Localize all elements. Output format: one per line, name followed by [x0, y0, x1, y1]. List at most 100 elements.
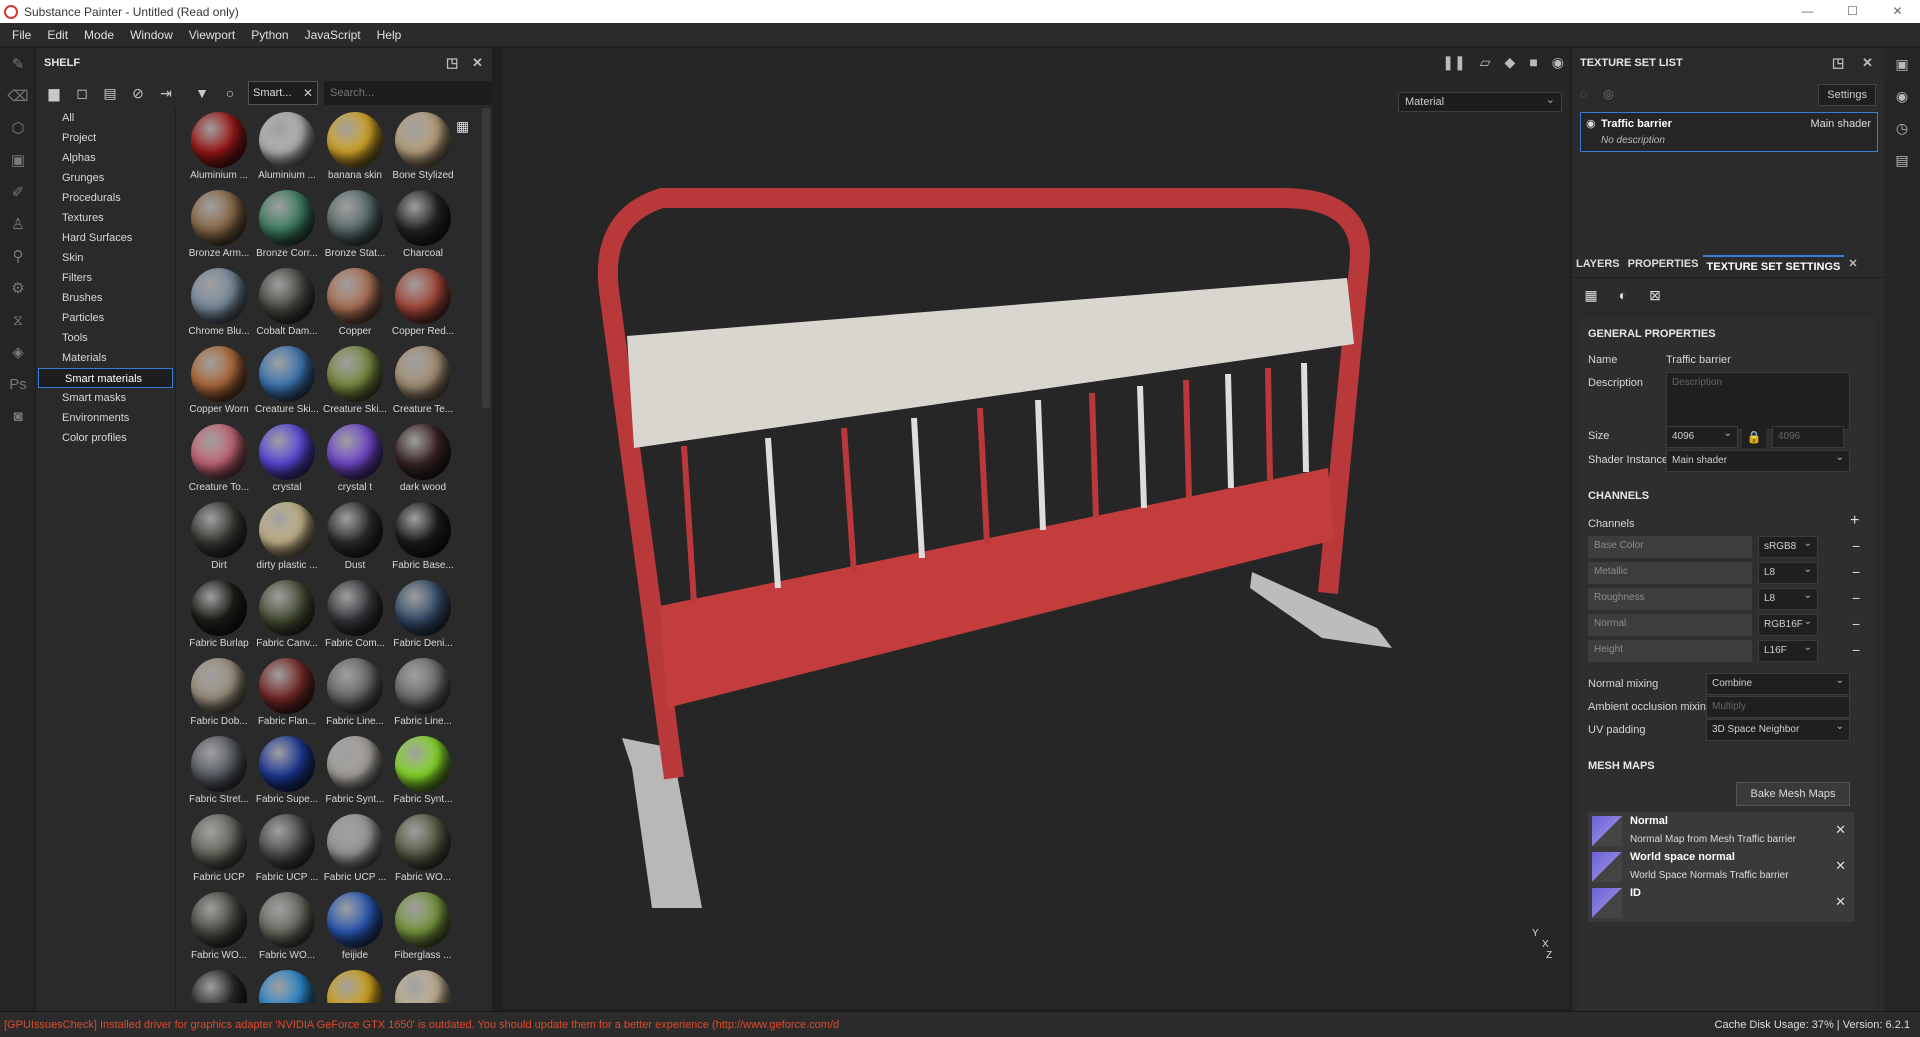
smart-material-item[interactable]: Fabric Synt...: [320, 732, 390, 810]
smart-material-item[interactable]: Fabric UCP ...: [252, 810, 322, 888]
shelf-scrollbar[interactable]: [482, 108, 490, 408]
smart-material-item[interactable]: Copper Worn: [184, 342, 254, 420]
smart-material-item[interactable]: Fabric Burlap: [184, 576, 254, 654]
close-tab-icon[interactable]: ✕: [1844, 257, 1861, 270]
add-channel-icon[interactable]: +: [1850, 512, 1859, 530]
folder-icon[interactable]: ▆: [40, 81, 68, 105]
smart-material-item[interactable]: Creature Ski...: [252, 342, 322, 420]
bake-icon[interactable]: ⚙: [0, 272, 36, 304]
close-window-button[interactable]: ✕: [1875, 0, 1920, 23]
shader-instance-select[interactable]: Main shader: [1666, 450, 1850, 472]
export-icon[interactable]: ◙: [0, 400, 36, 432]
remove-channel-icon[interactable]: −: [1852, 590, 1860, 606]
close-tsl-icon[interactable]: ✕: [1862, 48, 1873, 78]
lock-icon[interactable]: 🔒: [1742, 426, 1766, 448]
remove-channel-icon[interactable]: −: [1852, 616, 1860, 632]
smart-material-item[interactable]: Fabric UCP: [184, 810, 254, 888]
display-settings-icon[interactable]: ◉: [1884, 80, 1920, 112]
mesh-map-item[interactable]: World space normal World Space Normals Tr…: [1588, 848, 1854, 886]
log-icon[interactable]: ▤: [1884, 144, 1920, 176]
uv-icon[interactable]: ⊠: [1642, 283, 1668, 307]
library-icon[interactable]: ▤: [96, 81, 124, 105]
filter-chip[interactable]: Smart... ✕: [248, 81, 318, 105]
remove-mesh-map-icon[interactable]: ✕: [1835, 858, 1846, 874]
clear-filter-icon[interactable]: ✕: [303, 86, 313, 100]
measure-icon[interactable]: ⧖: [0, 304, 36, 336]
shelf-category-item[interactable]: All: [36, 108, 175, 128]
projection-icon[interactable]: ⬡: [0, 112, 36, 144]
smart-material-item[interactable]: Dust: [320, 498, 390, 576]
menu-window[interactable]: Window: [122, 28, 181, 42]
channel-name[interactable]: Metallic: [1588, 562, 1752, 584]
float-panel-icon[interactable]: ◳: [446, 48, 458, 78]
channel-name[interactable]: Normal: [1588, 614, 1752, 636]
eraser-icon[interactable]: ⌫: [0, 80, 36, 112]
tsl-settings-button[interactable]: Settings: [1818, 84, 1876, 106]
texture-set-icon[interactable]: ▦: [1578, 283, 1604, 307]
mesh-map-item[interactable]: Normal Normal Map from Mesh Traffic barri…: [1588, 812, 1854, 850]
maximize-button[interactable]: ☐: [1830, 0, 1875, 23]
shelf-category-item[interactable]: Smart masks: [36, 388, 175, 408]
smart-material-item[interactable]: Copper: [320, 264, 390, 342]
smart-material-item[interactable]: [252, 966, 322, 1003]
channel-format-select[interactable]: RGB16F: [1758, 614, 1818, 636]
shelf-category-item[interactable]: Brushes: [36, 288, 175, 308]
ao-mixing-field[interactable]: Multiply: [1706, 696, 1850, 718]
shelf-category-item[interactable]: Color profiles: [36, 428, 175, 448]
shelf-category-item[interactable]: Skin: [36, 248, 175, 268]
menu-javascript[interactable]: JavaScript: [297, 28, 369, 42]
normal-mixing-select[interactable]: Combine: [1706, 673, 1850, 695]
description-field[interactable]: Description: [1666, 372, 1850, 430]
shelf-category-item[interactable]: Materials: [36, 348, 175, 368]
channel-format-select[interactable]: L16F: [1758, 640, 1818, 662]
smart-material-item[interactable]: Fabric Supe...: [252, 732, 322, 810]
channel-name[interactable]: Base Color: [1588, 536, 1752, 558]
smart-material-item[interactable]: Fabric Synt...: [388, 732, 458, 810]
hide-icon[interactable]: ⊘: [124, 81, 152, 105]
shelf-category-item[interactable]: Environments: [36, 408, 175, 428]
bake-mesh-maps-button[interactable]: Bake Mesh Maps: [1736, 782, 1850, 806]
visibility-icon[interactable]: ◎: [1603, 87, 1613, 101]
layer-mask-icon[interactable]: ◈: [0, 336, 36, 368]
smart-material-item[interactable]: Copper Red...: [388, 264, 458, 342]
remove-channel-icon[interactable]: −: [1852, 538, 1860, 554]
material-icon[interactable]: ◐: [1610, 283, 1636, 307]
uv-padding-select[interactable]: 3D Space Neighbor: [1706, 719, 1850, 741]
remove-channel-icon[interactable]: −: [1852, 564, 1860, 580]
remove-channel-icon[interactable]: −: [1852, 642, 1860, 658]
smart-material-item[interactable]: Bronze Corr...: [252, 186, 322, 264]
smart-material-item[interactable]: Fabric Flan...: [252, 654, 322, 732]
smart-material-item[interactable]: Cobalt Dam...: [252, 264, 322, 342]
smart-material-item[interactable]: Aluminium ...: [252, 108, 322, 186]
import-icon[interactable]: ⇥: [152, 81, 180, 105]
smart-material-item[interactable]: [320, 966, 390, 1003]
smart-material-item[interactable]: Fabric Stret...: [184, 732, 254, 810]
close-shelf-icon[interactable]: ✕: [472, 48, 483, 78]
smudge-icon[interactable]: ✐: [0, 176, 36, 208]
tab-texture-set-settings[interactable]: TEXTURE SET SETTINGS: [1702, 254, 1845, 273]
channel-format-select[interactable]: L8: [1758, 562, 1818, 584]
menu-file[interactable]: File: [4, 28, 39, 42]
new-resource-icon[interactable]: ◻: [68, 81, 96, 105]
shelf-category-item[interactable]: Filters: [36, 268, 175, 288]
color-picker-icon[interactable]: ⚲: [0, 240, 36, 272]
smart-material-item[interactable]: dirty plastic ...: [252, 498, 322, 576]
smart-material-item[interactable]: Dirt: [184, 498, 254, 576]
smart-material-item[interactable]: Fabric Dob...: [184, 654, 254, 732]
photoshop-icon[interactable]: Ps: [0, 368, 36, 400]
remove-mesh-map-icon[interactable]: ✕: [1835, 822, 1846, 838]
remove-mesh-map-icon[interactable]: ✕: [1835, 894, 1846, 910]
smart-material-item[interactable]: Fabric Line...: [320, 654, 390, 732]
menu-viewport[interactable]: Viewport: [181, 28, 243, 42]
float-tsl-icon[interactable]: ◳: [1832, 48, 1844, 78]
minimize-button[interactable]: —: [1785, 0, 1830, 23]
smart-material-item[interactable]: Fabric WO...: [388, 810, 458, 888]
smart-material-item[interactable]: Fabric WO...: [252, 888, 322, 966]
channel-name[interactable]: Roughness: [1588, 588, 1752, 610]
menu-edit[interactable]: Edit: [39, 28, 76, 42]
sphere-preview-icon[interactable]: ○: [216, 81, 244, 105]
smart-material-item[interactable]: Chrome Blu...: [184, 264, 254, 342]
shelf-category-item[interactable]: Particles: [36, 308, 175, 328]
texture-set-list-icon[interactable]: ▣: [1884, 48, 1920, 80]
mesh-map-item[interactable]: ID ✕: [1588, 884, 1854, 922]
